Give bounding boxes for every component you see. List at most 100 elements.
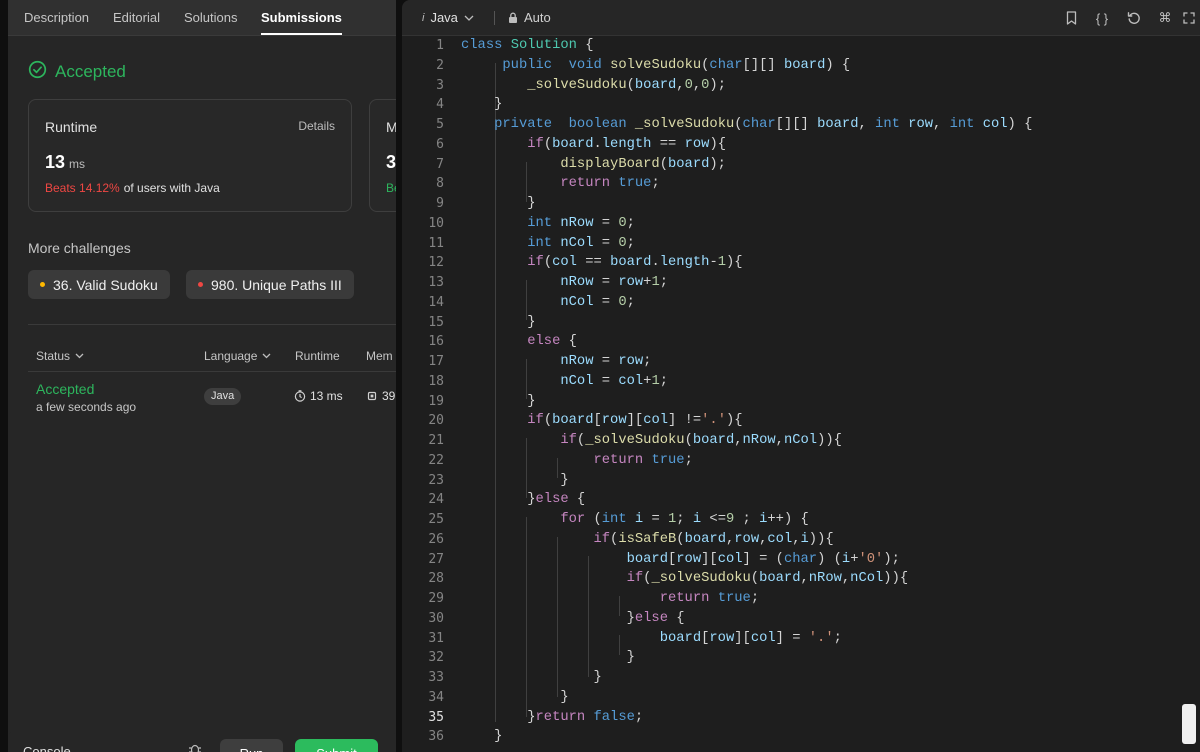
runtime-label: Runtime	[45, 119, 98, 135]
code-line[interactable]: if(_solveSudoku(board,nRow,nCol)){	[461, 571, 909, 586]
runtime-card[interactable]: Runtime Details 13 ms Beats 14.12% of user…	[28, 99, 352, 212]
line-number: 7	[436, 156, 444, 172]
line-number: 5	[436, 117, 444, 132]
more-challenges-title: More challenges	[28, 240, 131, 256]
code-line[interactable]: }	[461, 315, 535, 330]
code-line[interactable]: board[row][col] = (char) (i+'0');	[461, 552, 900, 567]
code-line[interactable]: }	[461, 473, 568, 488]
code-line[interactable]: }else {	[461, 492, 585, 507]
tab-bar: Description Editorial Solutions Submissi…	[8, 0, 396, 36]
code-line[interactable]: nCol = 0;	[461, 295, 635, 310]
line-number: 16	[428, 334, 444, 350]
scrollbar[interactable]	[1182, 704, 1196, 744]
code-line[interactable]: nRow = row;	[461, 354, 651, 369]
chip-icon	[367, 391, 377, 401]
row-memory: 39	[366, 389, 395, 403]
code-line[interactable]: }	[461, 670, 601, 685]
code-line[interactable]: }	[461, 650, 635, 665]
line-number: 33	[428, 670, 444, 685]
code-line[interactable]: if(board[row][col] !='.'){	[461, 413, 742, 428]
row-time: a few seconds ago	[36, 400, 137, 414]
column-header-status[interactable]: Status	[36, 349, 84, 363]
line-number: 8	[436, 176, 444, 192]
runtime-beats: Beats 14.12% of users with Java	[45, 181, 220, 195]
memory-value: 3	[386, 152, 396, 172]
lock-icon	[509, 12, 517, 23]
bookmark-icon[interactable]	[1062, 9, 1080, 27]
code-line[interactable]: if(isSafeB(board,row,col,i)){	[461, 532, 833, 547]
line-number: 27	[428, 551, 444, 567]
code-line[interactable]: }	[461, 690, 568, 705]
hard-difficulty-dot	[198, 282, 203, 287]
column-header-language[interactable]: Language	[204, 349, 271, 363]
console-toggle[interactable]: Console	[23, 744, 71, 752]
code-line[interactable]: private boolean _solveSudoku(char[][] bo…	[461, 117, 1032, 132]
command-icon[interactable]: ⌘	[1156, 9, 1174, 27]
medium-difficulty-dot	[40, 282, 45, 287]
reset-icon[interactable]	[1125, 9, 1143, 27]
column-header-runtime: Runtime	[295, 349, 340, 363]
auto-mode[interactable]: Auto	[508, 10, 551, 25]
code-line[interactable]: }	[461, 97, 502, 112]
code-line[interactable]: nRow = row+1;	[461, 275, 668, 290]
line-number: 15	[428, 314, 444, 330]
line-number: 26	[428, 531, 444, 547]
debug-icon[interactable]	[188, 742, 202, 752]
line-number: 36	[428, 729, 444, 745]
line-number: 29	[428, 591, 444, 606]
line-number: 6	[436, 136, 444, 152]
code-line[interactable]: }else {	[461, 611, 685, 626]
format-code-icon[interactable]: { }	[1093, 9, 1111, 27]
tab-editorial[interactable]: Editorial	[113, 10, 160, 25]
tab-description[interactable]: Description	[24, 10, 89, 25]
code-line[interactable]: public void solveSudoku(char[][] board) …	[461, 58, 850, 73]
code-line[interactable]: displayBoard(board);	[461, 157, 726, 172]
code-line[interactable]: if(_solveSudoku(board,nRow,nCol)){	[461, 433, 842, 448]
code-line[interactable]: _solveSudoku(board,0,0);	[461, 78, 726, 93]
code-line[interactable]: board[row][col] = '.';	[461, 631, 842, 646]
active-tab-indicator	[261, 33, 342, 35]
submit-button[interactable]: Submit	[295, 739, 378, 752]
code-line[interactable]: }	[461, 196, 535, 211]
details-link[interactable]: Details	[298, 119, 335, 133]
line-number: 22	[428, 452, 444, 468]
line-number: 18	[428, 373, 444, 389]
line-number: 19	[428, 393, 444, 409]
code-line[interactable]: int nCol = 0;	[461, 236, 635, 251]
runtime-value: 13 ms	[45, 152, 86, 172]
line-number: 14	[428, 294, 444, 310]
line-number: 20	[428, 413, 444, 429]
code-line[interactable]: return true;	[461, 176, 659, 191]
row-runtime: 13 ms	[294, 389, 343, 403]
row-status[interactable]: Accepted	[36, 381, 94, 397]
code-line[interactable]: }	[461, 394, 535, 409]
code-line[interactable]: class Solution {	[461, 38, 594, 53]
code-editor-panel: i Java Auto { } ⌘ 1 class Solution {2 p…	[402, 0, 1200, 752]
header-divider	[28, 371, 396, 372]
line-number: 4	[436, 97, 444, 113]
code-line[interactable]: }	[461, 729, 502, 744]
chevron-down-icon	[75, 353, 84, 359]
memory-card[interactable]: M 3 Be	[369, 99, 396, 212]
code-line[interactable]: return true;	[461, 453, 692, 468]
code-line[interactable]: else {	[461, 334, 577, 349]
challenge-chip-unique-paths-iii[interactable]: 980. Unique Paths III	[186, 270, 354, 299]
code-line[interactable]: nCol = col+1;	[461, 374, 668, 389]
code-line[interactable]: }return false;	[461, 710, 643, 725]
line-number: 25	[428, 512, 444, 527]
code-line[interactable]: if(col == board.length-1){	[461, 255, 742, 270]
language-select[interactable]: i Java	[422, 10, 474, 25]
challenge-chip-valid-sudoku[interactable]: 36. Valid Sudoku	[28, 270, 170, 299]
run-button[interactable]: Run	[220, 739, 283, 752]
line-number: 30	[428, 610, 444, 626]
submission-result: Accepted	[28, 60, 126, 84]
code-line[interactable]: return true;	[461, 591, 759, 606]
code-line[interactable]: int nRow = 0;	[461, 216, 635, 231]
left-panel: Description Editorial Solutions Submissi…	[8, 0, 396, 752]
console-bar: Console Run Submit	[8, 730, 396, 752]
code-line[interactable]: if(board.length == row){	[461, 137, 726, 152]
tab-submissions[interactable]: Submissions	[261, 10, 342, 25]
tab-solutions[interactable]: Solutions	[184, 10, 237, 25]
expand-icon[interactable]	[1182, 9, 1196, 27]
code-line[interactable]: for (int i = 1; i <=9 ; i++) {	[461, 512, 808, 527]
